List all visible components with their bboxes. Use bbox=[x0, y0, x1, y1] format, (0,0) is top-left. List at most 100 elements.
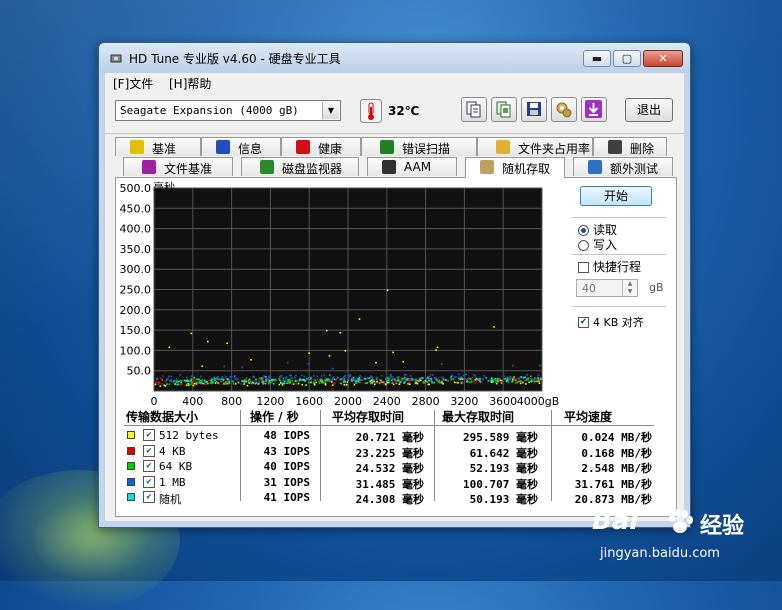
avg-access-cell: 24.308 毫秒 bbox=[355, 493, 424, 506]
settings-tools-icon bbox=[556, 102, 572, 118]
tab-1-2[interactable]: 健康 bbox=[281, 137, 361, 156]
scatter-point bbox=[222, 379, 224, 381]
scatter-point bbox=[460, 381, 463, 384]
series-checkbox[interactable]: ✔ bbox=[143, 460, 155, 472]
tab-2-0[interactable]: 文件基准 bbox=[123, 157, 233, 176]
scatter-point bbox=[313, 383, 316, 386]
scatter-point bbox=[465, 378, 467, 381]
scatter-point bbox=[175, 381, 177, 383]
scatter-point bbox=[396, 379, 399, 382]
scatter-point bbox=[272, 383, 275, 385]
x-tick-label: 3600 bbox=[489, 395, 517, 408]
write-radio[interactable] bbox=[578, 240, 589, 251]
series-checkbox[interactable]: ✔ bbox=[143, 491, 155, 503]
scatter-point bbox=[516, 377, 519, 379]
scatter-point bbox=[422, 381, 425, 383]
scatter-point bbox=[395, 381, 398, 384]
quick-stroke-checkbox[interactable] bbox=[578, 262, 589, 273]
scatter-point bbox=[216, 378, 219, 380]
align-4kb-label: 4 KB 对齐 bbox=[593, 316, 644, 329]
quick-stroke-spinner[interactable]: 40 ▲ ▼ bbox=[576, 279, 638, 297]
scatter-point bbox=[230, 380, 233, 382]
tab-2-2[interactable]: AAM bbox=[367, 157, 457, 176]
tab-1-1[interactable]: 信息 bbox=[201, 137, 281, 156]
scatter-point bbox=[487, 380, 490, 382]
scatter-point bbox=[310, 381, 313, 384]
scatter-point bbox=[307, 362, 309, 365]
close-button[interactable]: ✕ bbox=[643, 50, 683, 67]
download-button[interactable] bbox=[581, 97, 607, 122]
read-radio[interactable] bbox=[578, 225, 589, 236]
align-4kb-checkbox[interactable]: ✔ bbox=[578, 317, 589, 328]
scatter-point bbox=[358, 378, 360, 381]
scatter-point bbox=[280, 375, 283, 377]
tab-1-3[interactable]: 错误扫描 bbox=[361, 137, 477, 156]
tab-2-1[interactable]: 磁盘监视器 bbox=[241, 157, 359, 176]
scatter-point bbox=[427, 383, 429, 386]
scatter-point bbox=[343, 375, 346, 378]
series-checkbox[interactable]: ✔ bbox=[143, 429, 155, 441]
tab-2-3[interactable]: 随机存取 bbox=[465, 157, 565, 178]
scatter-point bbox=[285, 380, 287, 382]
tab-label: 随机存取 bbox=[502, 162, 551, 176]
scatter-point bbox=[404, 377, 406, 379]
scatter-point bbox=[224, 382, 226, 385]
scatter-point bbox=[287, 379, 290, 382]
scatter-point bbox=[408, 379, 411, 382]
minimize-button[interactable]: ▬ bbox=[583, 50, 611, 67]
chevron-down-icon[interactable]: ▼ bbox=[322, 102, 339, 119]
maximize-button[interactable]: ▢ bbox=[613, 50, 641, 67]
scatter-point bbox=[268, 376, 271, 378]
tab-1-4[interactable]: 文件夹占用率 bbox=[477, 137, 593, 156]
scatter-point bbox=[473, 373, 475, 376]
scatter-point bbox=[494, 381, 497, 383]
series-checkbox[interactable]: ✔ bbox=[143, 444, 155, 457]
tab-1-5[interactable]: 删除 bbox=[593, 137, 667, 156]
tab-2-4[interactable]: 额外测试 bbox=[573, 157, 673, 176]
scatter-point bbox=[355, 382, 357, 384]
scatter-point bbox=[334, 382, 337, 384]
table-row: ✔ 512 bytes 48 IOPS 20.721 毫秒 295.589 毫秒 0.02… bbox=[124, 428, 662, 444]
scatter-point bbox=[528, 381, 530, 384]
save-button[interactable] bbox=[521, 97, 547, 122]
title-bar[interactable]: HD Tune 专业版 v4.60 - 硬盘专业工具 ▬ ▢ ✕ bbox=[99, 43, 690, 73]
scatter-point bbox=[279, 379, 281, 382]
scatter-point bbox=[191, 375, 193, 377]
scatter-point bbox=[350, 379, 353, 381]
tab-label: 健康 bbox=[318, 142, 343, 156]
scatter-point bbox=[215, 380, 218, 383]
scatter-point bbox=[187, 380, 189, 382]
series-checkbox[interactable]: ✔ bbox=[143, 475, 155, 488]
scatter-point bbox=[333, 378, 336, 380]
x-tick-label: 3200 bbox=[450, 395, 478, 408]
series-color-swatch bbox=[127, 431, 135, 439]
menu-help[interactable]: [H]帮助 bbox=[169, 75, 211, 92]
plus-health-icon bbox=[296, 140, 310, 154]
scatter-point bbox=[259, 379, 262, 381]
options-button[interactable] bbox=[551, 97, 577, 122]
spinner-arrows-icon[interactable]: ▲ ▼ bbox=[622, 280, 637, 296]
scatter-point bbox=[447, 380, 449, 382]
scatter-point bbox=[217, 376, 219, 378]
scatter-point bbox=[251, 382, 253, 385]
scatter-point bbox=[504, 378, 506, 380]
copy-screenshot-button[interactable] bbox=[491, 97, 517, 122]
scatter-point bbox=[179, 373, 182, 376]
copy-text-button[interactable] bbox=[461, 97, 487, 122]
scatter-point bbox=[391, 382, 394, 384]
drive-select[interactable]: Seagate Expansion (4000 gB) ▼ bbox=[115, 100, 341, 121]
scatter-point bbox=[371, 375, 373, 378]
scatter-point bbox=[307, 377, 310, 379]
start-button[interactable]: 开始 bbox=[580, 186, 652, 206]
magnifier-icon bbox=[380, 140, 394, 154]
menu-file[interactable]: [F]文件 bbox=[113, 75, 153, 92]
scatter-point bbox=[457, 382, 459, 384]
scatter-point bbox=[385, 377, 387, 379]
tab-1-0[interactable]: 基准 bbox=[115, 137, 201, 156]
scatter-point bbox=[355, 380, 357, 382]
scatter-point bbox=[226, 380, 229, 382]
exit-button[interactable]: 退出 bbox=[625, 98, 673, 122]
scatter-point bbox=[357, 380, 359, 383]
separator bbox=[572, 306, 666, 307]
scatter-point bbox=[211, 378, 213, 380]
